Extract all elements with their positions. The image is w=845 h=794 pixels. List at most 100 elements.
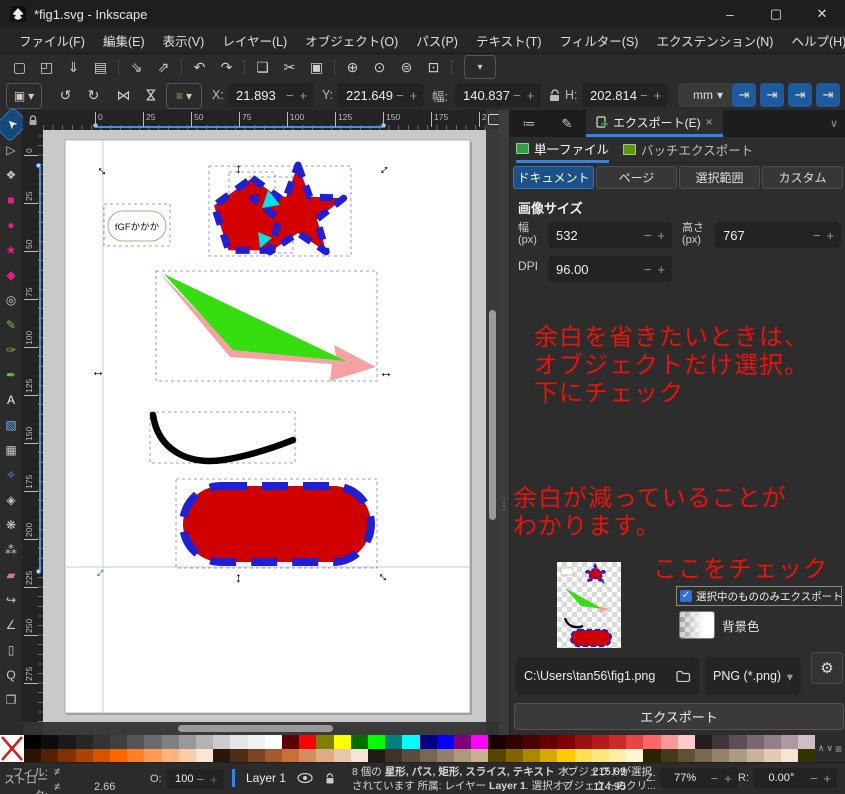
palette-swatch[interactable]	[247, 748, 265, 762]
panel-chevron-icon[interactable]: ∨	[830, 117, 838, 130]
palette-swatch[interactable]	[110, 748, 128, 762]
decrement-button[interactable]: −	[283, 88, 297, 103]
palette-swatch[interactable]	[230, 735, 248, 749]
menu-file[interactable]: ファイル(F)	[12, 28, 92, 53]
scale-stroke-toggle[interactable]: ⇥	[732, 83, 756, 107]
palette-swatch[interactable]	[591, 748, 609, 762]
palette-swatch[interactable]	[505, 735, 523, 749]
zoom-page-icon[interactable]: ⊜	[393, 56, 420, 78]
menu-text[interactable]: テキスト(T)	[469, 28, 549, 53]
palette-swatch[interactable]	[729, 748, 747, 762]
palette-swatch[interactable]	[694, 748, 713, 762]
tab-export[interactable]: エクスポート(E) ×	[586, 110, 723, 137]
export-settings-button[interactable]: ⚙	[811, 652, 843, 684]
increment-button[interactable]: +	[654, 262, 668, 277]
palette-swatch[interactable]	[58, 735, 76, 749]
decrement-button[interactable]: −	[708, 771, 722, 786]
palette-swatch[interactable]	[282, 735, 300, 749]
zoom-frame-icon[interactable]: ⊡	[420, 56, 447, 78]
palette-swatch[interactable]	[574, 735, 592, 749]
x-input[interactable]: 21.893 − +	[228, 83, 314, 107]
area-document-button[interactable]: ドキュメント	[513, 166, 594, 189]
palette-swatch[interactable]	[161, 748, 179, 762]
palette-swatch[interactable]	[368, 748, 386, 762]
no-color-swatch[interactable]	[0, 735, 24, 762]
palette-swatch[interactable]	[712, 735, 730, 749]
palette-swatch[interactable]	[763, 735, 781, 749]
canvas-viewport[interactable]: fGFかかか ↔ ↕ ↔ ↔ ↔ ↔ ↕ ↔	[43, 130, 486, 722]
menu-layer[interactable]: レイヤー(L)	[215, 28, 294, 53]
import-icon[interactable]: ⇘	[123, 56, 150, 78]
palette-swatch[interactable]	[626, 748, 644, 762]
ellipse-tool[interactable]: ●	[1, 212, 22, 237]
palette-swatch[interactable]	[368, 735, 386, 749]
scale-gradient-toggle[interactable]: ⇥	[788, 83, 812, 107]
palette-menu-icon[interactable]: ≡	[835, 742, 842, 756]
document-properties-icon[interactable]: ✎	[548, 116, 586, 132]
palette-swatch[interactable]	[75, 748, 93, 762]
menu-extensions[interactable]: エクステンション(N)	[649, 28, 780, 53]
palette-swatch[interactable]	[178, 748, 197, 762]
palette-swatch[interactable]	[385, 735, 403, 749]
increment-button[interactable]: +	[207, 772, 221, 787]
palette-swatch[interactable]	[24, 748, 42, 762]
export-height-input[interactable]: 767 − +	[715, 222, 841, 248]
palette-swatch[interactable]	[402, 735, 420, 749]
layer-lock-icon[interactable]	[324, 772, 336, 785]
menu-path[interactable]: パス(P)	[409, 28, 465, 53]
flip-vertical-button[interactable]: ⋈	[140, 82, 164, 109]
paste-icon[interactable]: ▣	[303, 56, 330, 78]
folder-icon[interactable]	[676, 670, 691, 682]
palette-swatch[interactable]	[213, 748, 231, 762]
scale-pattern-toggle[interactable]: ⇥	[816, 83, 840, 107]
layer-visibility-icon[interactable]	[297, 772, 313, 784]
decrement-button[interactable]: −	[510, 88, 524, 103]
palette-swatch[interactable]	[591, 735, 609, 749]
area-selection-button[interactable]: 選択範囲	[679, 166, 760, 189]
align-dialog-icon[interactable]: ≔	[510, 116, 548, 132]
measure-tool[interactable]: ∠	[1, 612, 22, 637]
only-selected-checkbox[interactable]	[680, 590, 692, 602]
close-button[interactable]: ✕	[799, 0, 845, 28]
palette-swatch[interactable]	[608, 735, 627, 749]
palette-swatch[interactable]	[213, 735, 231, 749]
spiral-tool[interactable]: ◎	[1, 287, 22, 312]
vertical-ruler[interactable]: 0 25 50 75 100 125 150 175 200 225 250 275	[23, 130, 43, 722]
palette-swatch[interactable]	[92, 748, 111, 762]
palette-swatch[interactable]	[41, 748, 59, 762]
palette-swatch[interactable]	[264, 735, 283, 749]
palette-swatch[interactable]	[196, 748, 214, 762]
palette-swatch[interactable]	[505, 748, 523, 762]
increment-button[interactable]: +	[654, 228, 668, 243]
toolbar-overflow-dropdown[interactable]: ▾	[464, 55, 496, 79]
palette-swatch[interactable]	[127, 748, 145, 762]
raise-lower-button[interactable]: ≡ ▾	[166, 83, 202, 109]
palette-swatch[interactable]	[316, 735, 334, 749]
palette-swatch[interactable]	[780, 748, 799, 762]
palette-swatch[interactable]	[643, 735, 661, 749]
palette-swatch[interactable]	[419, 748, 437, 762]
only-selected-row[interactable]: 選択中のもののみエクスポート	[676, 586, 843, 606]
unit-dropdown[interactable]: mm ▾	[678, 83, 738, 107]
zoom-input[interactable]: 77% − +	[659, 768, 738, 788]
palette-swatch[interactable]	[41, 735, 59, 749]
palette-swatch[interactable]	[746, 735, 764, 749]
palette-swatch[interactable]	[436, 735, 455, 749]
vertical-scrollbar[interactable]	[486, 130, 499, 722]
redo-icon[interactable]: ↷	[213, 56, 240, 78]
stroke-width-value[interactable]: 2.66	[94, 781, 124, 793]
palette-swatch[interactable]	[24, 735, 42, 749]
export-width-input[interactable]: 532 − +	[548, 222, 672, 248]
export-dpi-input[interactable]: 96.00 − +	[548, 256, 672, 282]
palette-swatch[interactable]	[522, 748, 541, 762]
rounded-rect-object[interactable]	[175, 478, 378, 569]
palette-swatch[interactable]	[419, 735, 437, 749]
rotate-cw-button[interactable]: ↻	[80, 83, 107, 107]
palette-swatch[interactable]	[694, 735, 713, 749]
palette-swatch[interactable]	[264, 748, 283, 762]
palette-swatch[interactable]	[58, 748, 76, 762]
palette-swatch[interactable]	[230, 748, 248, 762]
palette-swatch[interactable]	[333, 748, 351, 762]
rotate-ccw-button[interactable]: ↺	[52, 83, 79, 107]
panel-resize-grip[interactable]: ⋮ ⋮	[499, 110, 509, 735]
